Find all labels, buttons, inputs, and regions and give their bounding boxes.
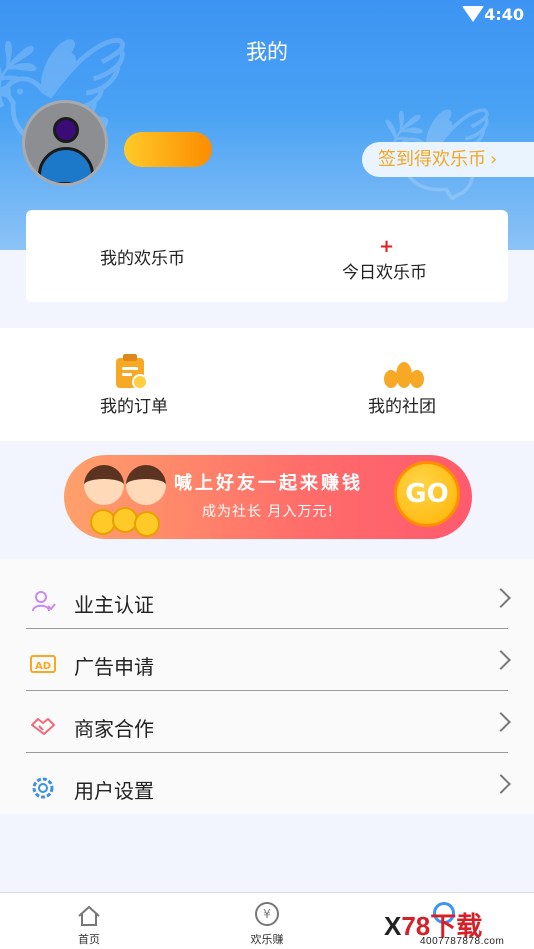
chevron-right-icon bbox=[491, 774, 511, 794]
menu-item-user-settings[interactable]: 用户设置 bbox=[26, 753, 511, 815]
chevron-right-icon bbox=[491, 650, 511, 670]
menu-item-merchant[interactable]: 商家合作 bbox=[26, 691, 511, 753]
menu-item-label: 广告申请 bbox=[74, 655, 154, 679]
sign-in-button[interactable]: 签到得欢乐币 › bbox=[362, 142, 534, 177]
yen-icon: ¥ bbox=[255, 902, 279, 926]
my-clubs-button[interactable]: 我的社团 bbox=[302, 328, 502, 441]
user-level-badge bbox=[124, 132, 212, 167]
tab-earn[interactable]: ¥ 欢乐赚 bbox=[207, 893, 327, 949]
sign-in-label: 签到得欢乐币 bbox=[378, 149, 486, 170]
my-orders-button[interactable]: 我的订单 bbox=[34, 328, 234, 441]
tab-home[interactable]: 首页 bbox=[29, 893, 149, 949]
page-title: 我的 bbox=[246, 40, 288, 64]
coins-card: 我的欢乐币 + 今日欢乐币 bbox=[26, 210, 508, 302]
quick-actions: 我的订单 我的社团 bbox=[0, 328, 534, 441]
group-icon bbox=[384, 362, 424, 388]
go-button[interactable]: GO bbox=[394, 461, 460, 527]
home-icon bbox=[78, 905, 100, 926]
menu-item-owner-verify[interactable]: 业主认证 bbox=[26, 567, 511, 629]
menu-item-label: 业主认证 bbox=[74, 593, 154, 617]
avatar[interactable] bbox=[22, 100, 108, 186]
chevron-right-icon bbox=[491, 712, 511, 732]
my-orders-label: 我的订单 bbox=[100, 397, 168, 417]
watermark-logo: X78下载 4007787878.com bbox=[384, 911, 505, 947]
wifi-icon bbox=[462, 6, 484, 22]
clipboard-icon bbox=[116, 354, 148, 390]
tab-home-label: 首页 bbox=[78, 933, 100, 946]
menu-item-ad-apply[interactable]: AD 广告申请 bbox=[26, 629, 511, 691]
handshake-icon bbox=[31, 718, 55, 735]
menu-item-label: 商家合作 bbox=[74, 717, 154, 741]
owner-verify-icon bbox=[32, 591, 56, 612]
my-clubs-label: 我的社团 bbox=[368, 397, 436, 417]
settings-menu: 业主认证 AD 广告申请 商家合作 用户设置 bbox=[0, 559, 534, 814]
status-bar: 4:40 bbox=[0, 0, 534, 30]
svg-text:AD: AD bbox=[35, 661, 51, 672]
today-coins-value: + bbox=[379, 236, 395, 257]
avatar-body bbox=[38, 147, 94, 183]
gear-icon bbox=[32, 777, 54, 799]
avatar-head bbox=[53, 117, 79, 143]
status-time: 4:40 bbox=[484, 5, 524, 24]
invite-banner[interactable]: 喊上好友一起来赚钱 成为社长 月入万元! GO bbox=[64, 455, 472, 539]
today-coins-label: 今日欢乐币 bbox=[342, 263, 427, 283]
chevron-right-icon: › bbox=[490, 149, 498, 170]
banner-subline: 成为社长 月入万元! bbox=[202, 504, 335, 520]
chevron-right-icon bbox=[491, 588, 511, 608]
menu-item-label: 用户设置 bbox=[74, 779, 154, 803]
my-coins-label: 我的欢乐币 bbox=[100, 249, 185, 269]
friends-illustration bbox=[74, 459, 174, 537]
banner-headline: 喊上好友一起来赚钱 bbox=[174, 473, 363, 494]
ad-icon: AD bbox=[30, 655, 56, 673]
tab-earn-label: 欢乐赚 bbox=[250, 933, 284, 946]
